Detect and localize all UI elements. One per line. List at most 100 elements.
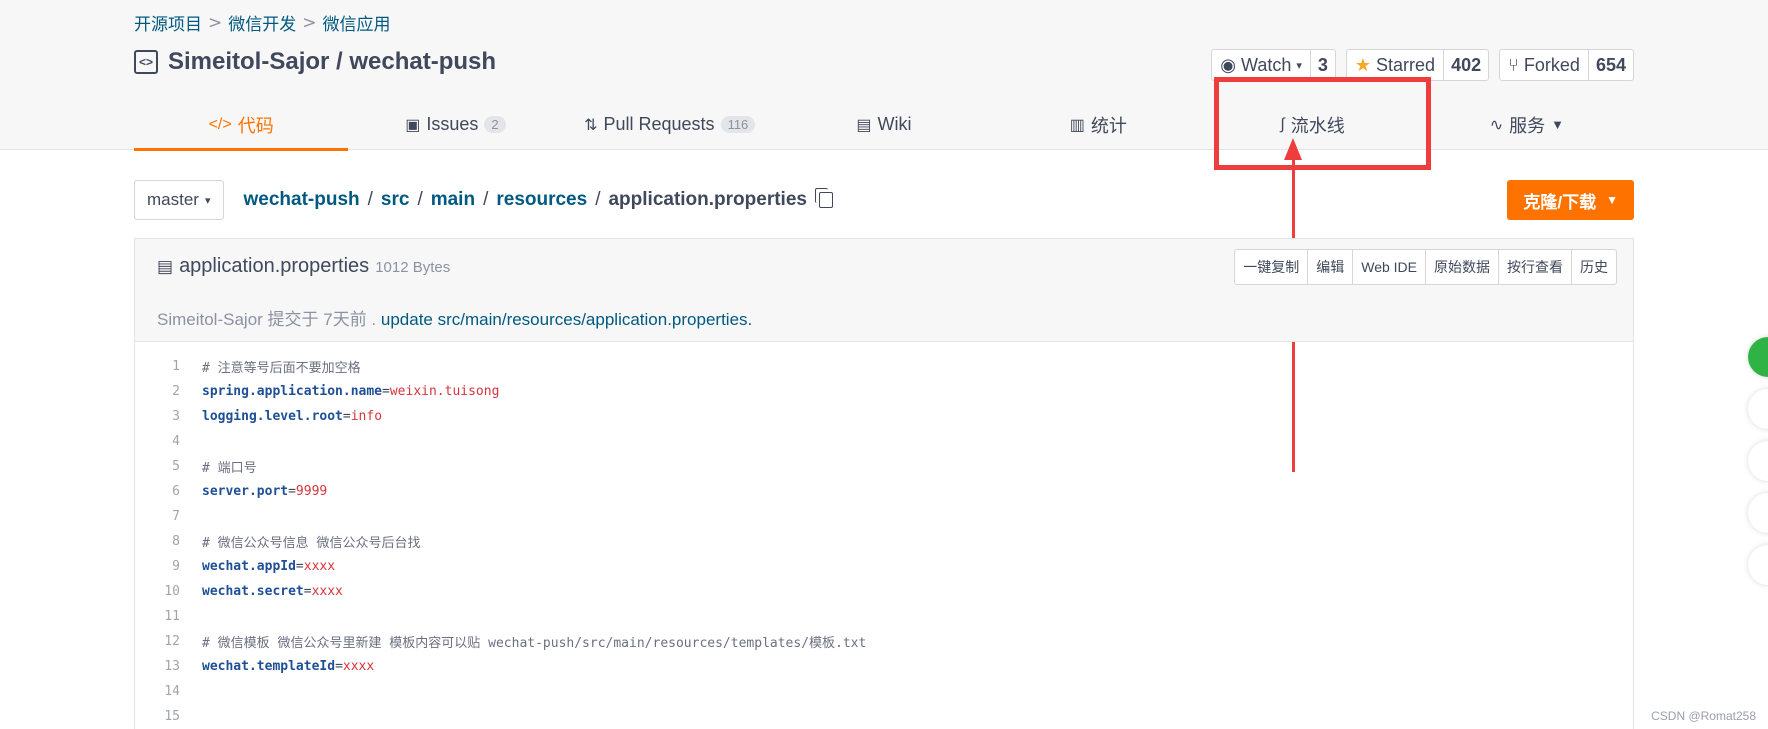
service-icon: ∿ bbox=[1489, 116, 1504, 134]
side-float-button[interactable] bbox=[1748, 389, 1768, 429]
line-number[interactable]: 10 bbox=[135, 584, 180, 599]
repo-title: <> Simeitol-Sajor / wechat-push bbox=[134, 48, 496, 76]
line-number[interactable]: 2 bbox=[135, 384, 180, 399]
commit-time: 提交于 7天前 . bbox=[262, 310, 381, 329]
line-content: spring.application.name=weixin.tuisong bbox=[202, 384, 499, 399]
code-line: 5 # 端口号 bbox=[135, 454, 1633, 479]
blame-button[interactable]: 按行查看 bbox=[1499, 250, 1572, 284]
annotation-highlight-box bbox=[1214, 77, 1431, 170]
fork-button[interactable]: ⑂ Forked 654 bbox=[1499, 49, 1634, 81]
code-line: 2 spring.application.name=weixin.tuisong bbox=[135, 379, 1633, 404]
branch-path-row: master ▾ wechat-push / src / main / reso… bbox=[134, 180, 1634, 220]
file-header: ▤ application.properties 1012 Bytes 一键复制… bbox=[135, 239, 1633, 342]
path-segment-resources[interactable]: resources bbox=[496, 189, 587, 211]
code-line: 4 bbox=[135, 429, 1633, 454]
annotation-arrow-head bbox=[1284, 138, 1302, 160]
side-float-button[interactable] bbox=[1748, 545, 1768, 585]
fork-count[interactable]: 654 bbox=[1589, 50, 1633, 80]
watch-label: Watch bbox=[1241, 54, 1292, 75]
breadcrumb-item-wechat-dev[interactable]: 微信开发 bbox=[228, 10, 296, 35]
line-number[interactable]: 7 bbox=[135, 509, 180, 524]
equals-sign: = bbox=[335, 659, 343, 674]
raw-button[interactable]: 原始数据 bbox=[1426, 250, 1499, 284]
code-line: 9 wechat.appId=xxxx bbox=[135, 554, 1633, 579]
line-number[interactable]: 9 bbox=[135, 559, 180, 574]
commit-author[interactable]: Simeitol-Sajor bbox=[157, 310, 263, 329]
code-line: 1 # 注意等号后面不要加空格 bbox=[135, 354, 1633, 379]
property-value: weixin.tuisong bbox=[389, 384, 500, 399]
eye-icon: ◉ bbox=[1220, 54, 1236, 75]
side-float-button[interactable] bbox=[1748, 441, 1768, 481]
last-commit-info: Simeitol-Sajor 提交于 7天前 . update src/main… bbox=[157, 305, 752, 330]
line-number[interactable]: 14 bbox=[135, 684, 180, 699]
tab-wiki[interactable]: ▤ Wiki bbox=[777, 99, 991, 150]
branch-name: master bbox=[147, 190, 199, 209]
breadcrumb-separator: > bbox=[302, 12, 317, 33]
web-ide-button[interactable]: Web IDE bbox=[1353, 250, 1426, 284]
caret-down-icon: ▼ bbox=[1606, 193, 1618, 207]
breadcrumb-item-wechat-app[interactable]: 微信应用 bbox=[323, 10, 391, 35]
side-float-button[interactable] bbox=[1748, 337, 1768, 377]
line-content: # 微信模板 微信公众号里新建 模板内容可以贴 wechat-push/src/… bbox=[202, 632, 866, 651]
line-content: wechat.templateId=xxxx bbox=[202, 659, 374, 674]
tab-code[interactable]: </> 代码 bbox=[134, 99, 349, 151]
file-title-row: ▤ application.properties 1012 Bytes bbox=[157, 255, 450, 278]
edit-button[interactable]: 编辑 bbox=[1308, 250, 1354, 284]
tab-services[interactable]: ∿ 服务 ▼ bbox=[1420, 99, 1634, 150]
code-line: 14 bbox=[135, 679, 1633, 704]
code-comment: # 微信模板 微信公众号里新建 模板内容可以贴 wechat-push/src/… bbox=[202, 636, 867, 651]
side-float-button[interactable] bbox=[1748, 493, 1768, 533]
code-content: 1 # 注意等号后面不要加空格 2 spring.application.name=w… bbox=[135, 342, 1633, 729]
path-segment-repo[interactable]: wechat-push bbox=[244, 189, 360, 211]
star-count[interactable]: 402 bbox=[1444, 50, 1488, 80]
watermark: CSDN @Romat258 bbox=[1651, 709, 1756, 723]
clone-download-label: 克隆/下载 bbox=[1523, 192, 1597, 212]
clone-download-button[interactable]: 克隆/下载 ▼ bbox=[1507, 180, 1634, 220]
issues-icon: ▣ bbox=[405, 116, 421, 134]
stats-icon: ▥ bbox=[1069, 116, 1085, 134]
line-number[interactable]: 11 bbox=[135, 609, 180, 624]
tab-label: Wiki bbox=[877, 114, 912, 134]
line-number[interactable]: 8 bbox=[135, 534, 180, 549]
code-comment: # 端口号 bbox=[202, 461, 257, 476]
history-button[interactable]: 历史 bbox=[1572, 250, 1616, 284]
copy-icon[interactable] bbox=[814, 188, 833, 208]
line-number[interactable]: 12 bbox=[135, 634, 180, 649]
file-size: 1012 Bytes bbox=[375, 259, 451, 276]
line-number[interactable]: 5 bbox=[135, 459, 180, 474]
path-separator: / bbox=[367, 189, 373, 210]
path-separator: / bbox=[595, 189, 601, 210]
breadcrumb-item-open-source[interactable]: 开源项目 bbox=[134, 10, 202, 35]
tab-label: 代码 bbox=[237, 115, 274, 136]
star-icon: ★ bbox=[1354, 54, 1372, 75]
property-key: wechat.appId bbox=[202, 559, 296, 574]
line-number[interactable]: 6 bbox=[135, 484, 180, 499]
line-number[interactable]: 1 bbox=[135, 359, 180, 374]
watch-count[interactable]: 3 bbox=[1311, 50, 1335, 80]
line-number[interactable]: 13 bbox=[135, 659, 180, 674]
file-name: application.properties bbox=[179, 255, 370, 277]
path-segment-main[interactable]: main bbox=[431, 189, 475, 211]
tab-pull-requests[interactable]: ⇅ Pull Requests 116 bbox=[563, 99, 777, 150]
branch-selector[interactable]: master ▾ bbox=[134, 180, 224, 220]
equals-sign: = bbox=[303, 584, 312, 599]
pull-request-icon: ⇅ bbox=[584, 116, 598, 134]
path-current-file: application.properties bbox=[608, 189, 807, 210]
line-content: server.port=9999 bbox=[202, 484, 327, 499]
repo-name[interactable]: Simeitol-Sajor / wechat-push bbox=[168, 48, 496, 76]
code-line: 8 # 微信公众号信息 微信公众号后台找 bbox=[135, 529, 1633, 554]
equals-sign: = bbox=[295, 559, 304, 574]
commit-message-link[interactable]: update src/main/resources/application.pr… bbox=[381, 310, 752, 329]
path-segment-src[interactable]: src bbox=[381, 189, 410, 211]
tab-label: Issues bbox=[426, 114, 479, 134]
tab-issues[interactable]: ▣ Issues 2 bbox=[348, 99, 562, 150]
breadcrumb-separator: > bbox=[208, 12, 223, 33]
star-label: Starred bbox=[1376, 54, 1436, 75]
tab-stats[interactable]: ▥ 统计 bbox=[991, 99, 1205, 150]
copy-all-button[interactable]: 一键复制 bbox=[1235, 250, 1309, 284]
line-number[interactable]: 3 bbox=[135, 409, 180, 424]
line-number[interactable]: 15 bbox=[135, 709, 180, 724]
breadcrumb: 开源项目 > 微信开发 > 微信应用 bbox=[134, 10, 391, 36]
pr-count-badge: 116 bbox=[720, 116, 756, 133]
line-number[interactable]: 4 bbox=[135, 434, 180, 449]
